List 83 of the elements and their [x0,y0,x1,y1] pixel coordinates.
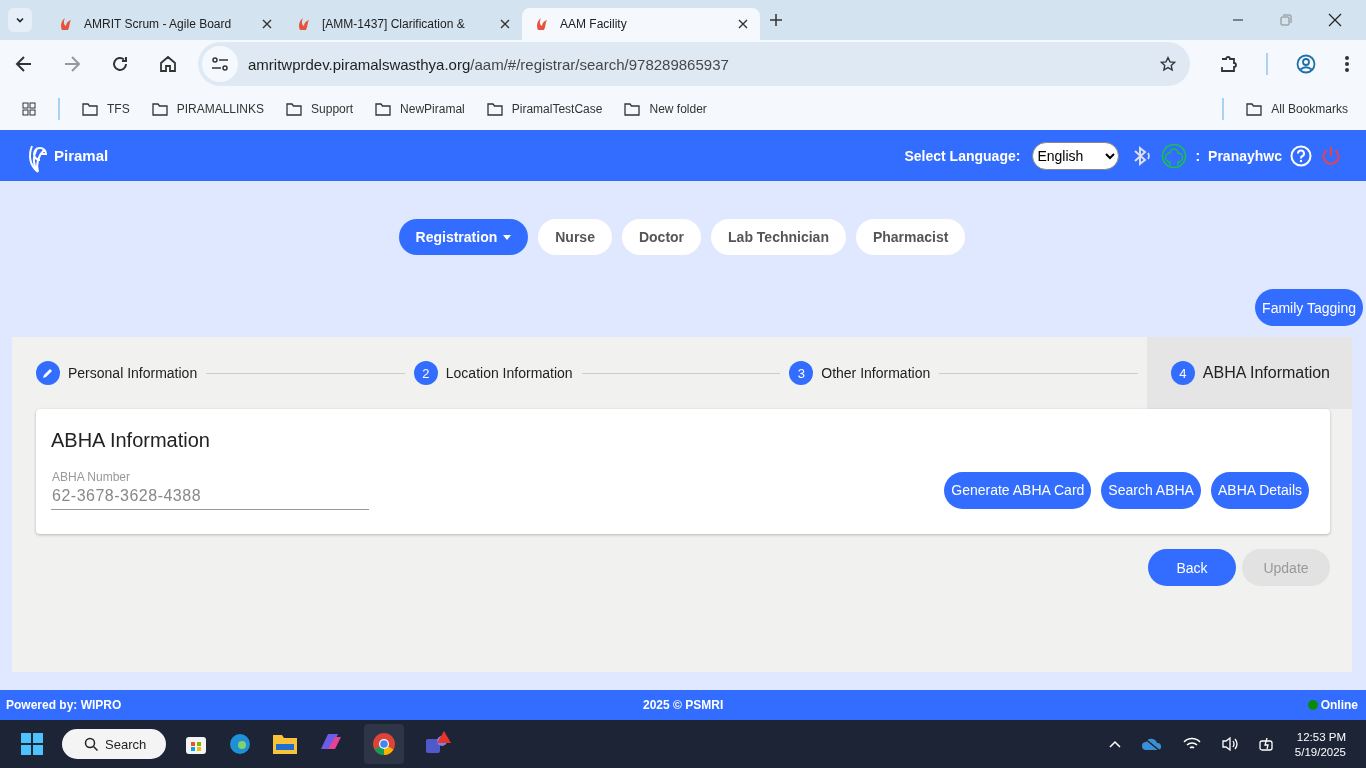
pencil-icon [36,361,60,385]
abha-action-button[interactable]: ABHA Details [1210,471,1309,509]
role-tab[interactable]: Pharmacist [855,219,966,255]
step-tab[interactable]: 3 Other Information [789,337,940,409]
step-number: 3 [789,361,814,385]
tab-title: [AMM-1437] Clarification & [322,17,466,31]
folder-icon [82,102,98,116]
browser-icon[interactable] [228,732,253,756]
form-action-button[interactable]: Back [1148,549,1236,586]
chrome-icon [372,732,397,756]
bookmark-link[interactable]: PIRAMALLINKS [151,102,265,116]
language-select[interactable]: English [1032,141,1120,170]
clock-time: 12:53 PM [1296,730,1346,743]
abha-action-button[interactable]: Search ABHA [1101,471,1201,509]
folder-icon [286,102,303,116]
step-tab[interactable]: 4 ABHA Information [1146,337,1352,409]
browser-tab[interactable]: [AMM-1437] Clarification & [284,8,522,40]
new-tab-icon[interactable] [770,14,782,26]
close-icon[interactable] [1328,13,1342,27]
folder-icon [1246,102,1263,116]
back-arrow-icon[interactable] [14,54,34,74]
card-title: ABHA Information [51,429,211,452]
bookmark-link[interactable]: New folder [624,102,707,116]
cloud-icon[interactable] [1140,736,1163,752]
user-separator: : [1195,147,1201,164]
more-menu-icon[interactable] [1344,55,1350,73]
role-tab[interactable]: Registration [398,219,529,255]
address-bar[interactable]: amritwprdev.piramalswasthya.org/aam/#/registrar/search/978289865937 [198,42,1190,86]
browser-tab[interactable]: AAM Facility [522,8,760,40]
forward-arrow-icon[interactable] [62,54,82,74]
footer-credit: Powered by: WIPRO [6,698,122,712]
browser-tab[interactable]: AMRIT Scrum - Agile Board [46,8,284,40]
tab-title: AMRIT Scrum - Agile Board [84,17,233,31]
language-label: Select Language: [904,147,1021,164]
windows-start-icon[interactable] [20,732,44,756]
role-tab[interactable]: Doctor [621,219,702,255]
close-icon[interactable] [500,19,510,29]
chevron-up-icon[interactable] [1108,740,1121,748]
speaker-icon[interactable] [1220,736,1239,752]
folder-icon [151,102,168,116]
star-icon[interactable] [1160,56,1176,72]
family-tagging-button[interactable]: Family Tagging [1255,289,1363,326]
bookmark-link[interactable]: PiramalTestCase [486,102,603,116]
tab-title: AAM Facility [560,17,628,31]
caret-icon [503,234,512,240]
status-text: Online [1320,698,1358,712]
folder-icon [375,102,392,116]
help-icon[interactable] [1290,144,1312,167]
logo-text: Piramal [54,147,109,164]
close-icon[interactable] [262,19,272,29]
role-tab[interactable]: Lab Technician [711,219,846,255]
taskbar-search[interactable]: Search [62,729,167,759]
reload-icon[interactable] [110,54,130,74]
step-number: 2 [413,361,438,385]
footer-copyright: 2025 © PSMRI [643,698,724,712]
bookmark-link[interactable]: TFS [82,102,130,116]
role-tab[interactable]: Nurse [538,219,612,255]
bookmark-link[interactable]: NewPiramal [375,102,465,116]
abha-number-field[interactable]: ABHA Number 62-3678-3628-4388 [51,470,369,510]
bookmark-link[interactable]: All Bookmarks [1246,102,1348,116]
abha-action-button[interactable]: Generate ABHA Card [944,471,1092,509]
home-icon[interactable] [158,54,178,74]
wifi-icon[interactable] [1182,737,1201,751]
folder-icon [624,102,641,116]
user-name: Pranayhwc [1208,147,1282,164]
search-icon [84,737,98,751]
step-number: 4 [1170,361,1195,385]
battery-icon[interactable] [1258,736,1275,752]
url-text: amritwprdev.piramalswasthya.org/aam/#/registrar/search/978289865937 [248,55,730,73]
bookmark-link[interactable]: Support [286,102,354,116]
close-icon[interactable] [738,19,748,29]
step-tab[interactable]: Personal Information [36,337,207,409]
apps-grid-icon[interactable] [22,102,36,116]
chevron-down-icon [15,15,25,25]
site-settings-icon[interactable] [202,46,238,82]
puzzle-icon[interactable] [1218,54,1238,74]
step-tab[interactable]: 2 Location Information [413,337,582,409]
folder-icon[interactable] [272,732,299,756]
tab-list-button[interactable] [8,8,32,32]
clock-date: 5/19/2025 [1294,745,1346,758]
taskbar-app[interactable] [364,724,405,764]
profile-icon[interactable] [1296,54,1316,74]
folder-icon [486,102,503,116]
